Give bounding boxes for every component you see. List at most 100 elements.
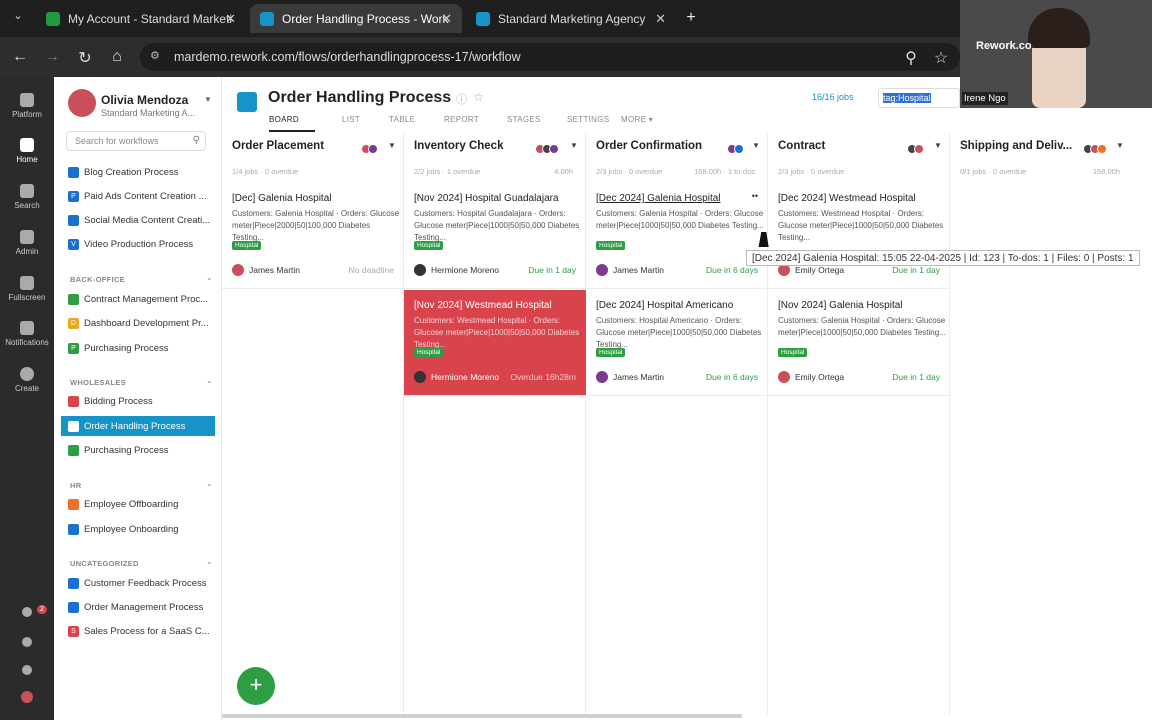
job-title[interactable]: [Dec] Galenia Hospital <box>232 193 332 204</box>
chevron-down-icon[interactable]: ⌄ <box>206 557 213 566</box>
page-title: Order Handling Process <box>268 89 452 106</box>
browser-tab-my-account[interactable]: My Account - Standard Marketi ✕ <box>36 4 246 33</box>
chevron-down-icon[interactable]: ▼ <box>388 141 396 150</box>
close-icon[interactable]: ✕ <box>441 11 452 27</box>
job-title[interactable]: [Dec 2024] Hospital Americano <box>596 300 733 311</box>
sidebar-item-employee-offboarding[interactable]: Employee Offboarding <box>68 494 214 514</box>
chevron-down-icon[interactable]: ⌄ <box>206 376 213 385</box>
chevron-down-icon[interactable]: ▼ <box>570 141 578 150</box>
stage-column-inventory-check: Inventory Check ▼ 2/2 jobs · 1 overdue 4… <box>404 133 586 715</box>
sidebar-item-social-media[interactable]: Social Media Content Creati... <box>68 210 214 230</box>
job-title[interactable]: [Nov 2024] Galenia Hospital <box>778 300 903 311</box>
stage-assignees[interactable] <box>727 141 752 154</box>
sidebar-item-order-handling[interactable]: Order Handling Process <box>61 416 215 436</box>
forward-icon[interactable]: → <box>43 48 61 66</box>
avatar[interactable] <box>68 89 96 117</box>
sidebar-item-customer-feedback[interactable]: Customer Feedback Process <box>68 573 214 593</box>
tab-list[interactable]: LIST <box>342 115 360 124</box>
url-field[interactable]: ⚙ mardemo.rework.com/flows/orderhandling… <box>140 43 960 71</box>
close-icon[interactable]: ✕ <box>655 11 666 27</box>
browser-tab-standard-marketing[interactable]: Standard Marketing Agency ✕ <box>466 4 676 33</box>
admin-icon <box>20 230 34 244</box>
sidebar-item-video-production[interactable]: V Video Production Process <box>68 234 214 254</box>
stage-time: 4.00h <box>554 167 573 176</box>
job-card[interactable]: [Nov 2024] Hospital Guadalajara Customer… <box>404 183 586 289</box>
jobs-count[interactable]: 16/16 jobs <box>812 92 854 102</box>
job-card[interactable]: [Dec 2024] Galenia Hospital •• Customers… <box>586 183 768 289</box>
stage-title[interactable]: Shipping and Deliv... <box>960 140 1080 152</box>
job-title[interactable]: [Dec 2024] Westmead Hospital <box>778 193 916 204</box>
tag-filter-input[interactable]: tag:Hospital <box>878 88 960 108</box>
workflow-search-input[interactable]: Search for workflows ⚲ <box>66 131 206 151</box>
browser-tab-order-handling[interactable]: Order Handling Process - Work ✕ <box>250 4 462 33</box>
chevron-down-icon[interactable]: ▼ <box>1116 141 1124 150</box>
stage-title[interactable]: Contract <box>778 140 898 152</box>
chevron-down-icon[interactable]: ▼ <box>204 95 212 104</box>
job-card[interactable]: [Dec 2024] Hospital Americano Customers:… <box>586 290 768 396</box>
stage-assignees[interactable] <box>1083 141 1116 154</box>
rail-fullscreen[interactable]: Fullscreen <box>0 276 54 302</box>
chevron-down-icon[interactable]: ⌄ <box>206 273 213 282</box>
more-icon[interactable]: •• <box>752 191 758 201</box>
back-icon[interactable]: ← <box>11 48 29 66</box>
stage-assignees[interactable] <box>535 141 568 154</box>
zoom-icon[interactable]: ⚲ <box>902 48 920 68</box>
rail-history[interactable] <box>0 637 54 650</box>
tab-table[interactable]: TABLE <box>389 115 415 124</box>
chevron-down-icon[interactable]: ▼ <box>934 141 942 150</box>
sidebar-item-dashboard-development[interactable]: D Dashboard Development Pr... <box>68 313 214 333</box>
chevron-down-icon[interactable]: ▼ <box>752 141 760 150</box>
horizontal-scrollbar[interactable] <box>222 714 742 718</box>
tab-stages[interactable]: STAGES <box>507 115 541 124</box>
rail-home[interactable]: Home <box>0 138 54 164</box>
chevron-down-icon[interactable]: ⌄ <box>206 479 213 488</box>
job-title[interactable]: [Dec 2024] Galenia Hospital <box>596 193 721 204</box>
sidebar-item-sales-process-saas[interactable]: S Sales Process for a SaaS C... <box>68 621 214 641</box>
rail-apps[interactable] <box>0 691 54 706</box>
reload-icon[interactable]: ↻ <box>76 48 94 68</box>
rail-admin[interactable]: Admin <box>0 230 54 256</box>
stage-assignees[interactable] <box>361 141 386 154</box>
tab-settings[interactable]: SETTINGS <box>567 115 609 124</box>
new-tab-icon[interactable]: + <box>682 9 700 27</box>
tab-list-icon[interactable]: ⌄ <box>9 9 27 22</box>
sidebar-item-bidding[interactable]: Bidding Process <box>68 391 214 411</box>
sidebar-item-employee-onboarding[interactable]: Employee Onboarding <box>68 519 214 539</box>
sidebar-item-contract-management[interactable]: Contract Management Proc... <box>68 289 214 309</box>
rail-platform[interactable]: Platform <box>0 93 54 119</box>
add-job-button[interactable]: + <box>237 667 275 705</box>
job-title[interactable]: [Nov 2024] Westmead Hospital <box>414 300 552 311</box>
stage-title[interactable]: Inventory Check <box>414 140 534 152</box>
tab-report[interactable]: REPORT <box>444 115 479 124</box>
tag-badge: Hospital <box>596 348 626 357</box>
stage-assignees[interactable] <box>907 141 932 154</box>
job-card[interactable]: [Nov 2024] Galenia Hospital Customers: G… <box>768 290 950 396</box>
home-icon[interactable]: ⌂ <box>108 48 126 66</box>
sidebar-item-blog-creation[interactable]: Blog Creation Process <box>68 162 214 182</box>
rail-help[interactable] <box>0 665 54 678</box>
site-info-icon[interactable]: ⚙ <box>150 49 160 62</box>
sidebar-item-purchasing-backoffice[interactable]: P Purchasing Process <box>68 338 214 358</box>
bookmark-star-icon[interactable]: ☆ <box>932 48 950 68</box>
tab-board[interactable]: BOARD <box>269 115 299 124</box>
job-card[interactable]: [Dec] Galenia Hospital Customers: Galeni… <box>222 183 404 289</box>
apps-icon <box>21 691 33 703</box>
rail-search[interactable]: Search <box>0 184 54 210</box>
rail-notifications[interactable]: Notifications <box>0 321 54 347</box>
tab-more[interactable]: MORE ▾ <box>621 115 653 124</box>
job-title[interactable]: [Nov 2024] Hospital Guadalajara <box>414 193 559 204</box>
tag-badge: Hospital <box>232 241 262 250</box>
rail-create[interactable]: Create <box>0 367 54 393</box>
star-icon[interactable]: ☆ <box>473 90 484 104</box>
job-card-overdue[interactable]: [Nov 2024] Westmead Hospital Customers: … <box>404 290 586 396</box>
job-card[interactable]: [Dec 2024] Westmead Hospital Customers: … <box>768 183 950 289</box>
info-icon[interactable]: ⓘ <box>456 91 467 107</box>
sidebar-item-paid-ads[interactable]: P Paid Ads Content Creation ... <box>68 186 214 206</box>
sidebar-item-order-management[interactable]: Order Management Process <box>68 597 214 617</box>
stage-title[interactable]: Order Placement <box>232 140 352 152</box>
close-icon[interactable]: ✕ <box>225 11 236 27</box>
sidebar-item-purchasing-wholesales[interactable]: Purchasing Process <box>68 440 214 460</box>
rail-label: Search <box>14 201 40 210</box>
stage-title[interactable]: Order Confirmation <box>596 140 716 152</box>
stage-stats: 0/1 jobs · 0 overdue <box>960 167 1027 176</box>
